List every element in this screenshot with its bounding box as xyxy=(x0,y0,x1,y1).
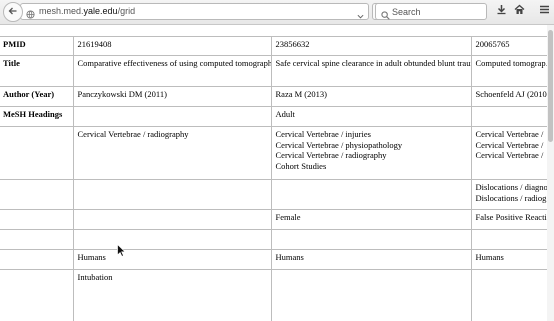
mesh-cell xyxy=(470,269,554,321)
table-row: Cervical Vertebrae / radiography Cervica… xyxy=(0,126,554,180)
mesh-cell xyxy=(270,269,472,321)
mesh-cell: Cervical Vertebrae / radiography xyxy=(72,126,272,180)
mesh-cell xyxy=(72,229,272,250)
mesh-cell xyxy=(72,106,272,127)
table-row: Dislocations / diagno Dislocations / rad… xyxy=(0,179,554,210)
mesh-cell: Humans xyxy=(470,249,554,270)
table-row: Intubation xyxy=(0,269,554,321)
url-path: /grid xyxy=(117,6,136,16)
download-button[interactable] xyxy=(494,4,508,18)
table-row: Humans Humans Humans xyxy=(0,249,554,270)
row-header-author: Author (Year) xyxy=(0,86,74,107)
browser-toolbar: mesh.med.yale.edu/grid xyxy=(0,0,554,25)
mesh-cell xyxy=(72,179,272,210)
globe-icon[interactable] xyxy=(26,6,35,24)
title-cell: Safe cervical spine clearance in adult o… xyxy=(270,55,472,87)
mesh-header-spacer xyxy=(0,249,74,270)
home-button[interactable] xyxy=(512,4,526,18)
mesh-cell: Humans xyxy=(270,249,472,270)
table-row: PMID 21619408 23856632 20065765 xyxy=(0,36,554,56)
mesh-cell xyxy=(470,229,554,250)
vertical-scrollbar[interactable] xyxy=(547,25,554,321)
search-bar[interactable] xyxy=(375,3,487,20)
address-bar[interactable]: mesh.med.yale.edu/grid xyxy=(20,3,369,20)
table-row xyxy=(0,229,554,250)
mesh-cell xyxy=(470,106,554,127)
row-header-title: Title xyxy=(0,55,74,87)
table-row: Female False Positive Reacti xyxy=(0,209,554,230)
mesh-cell xyxy=(270,179,472,210)
pmid-cell: 21619408 xyxy=(72,36,272,56)
author-cell: Raza M (2013) xyxy=(270,86,472,107)
mesh-cell: Intubation xyxy=(72,269,272,321)
mesh-grid-table: PMID 21619408 23856632 20065765 Title Co… xyxy=(0,36,554,321)
dropdown-chevron-icon[interactable] xyxy=(357,7,364,25)
row-header-mesh: MeSH Headings xyxy=(0,106,74,127)
search-icon xyxy=(381,7,390,25)
title-cell: Computed tomograp… tomography and mag… xyxy=(470,55,554,87)
mesh-header-spacer xyxy=(0,179,74,210)
download-icon xyxy=(496,2,507,20)
title-cell: Comparative effectiveness of using compu… xyxy=(72,55,272,87)
url-prefix: mesh.med. xyxy=(39,6,84,16)
pmid-cell: 20065765 xyxy=(470,36,554,56)
back-button[interactable] xyxy=(3,2,23,22)
menu-icon xyxy=(539,2,550,20)
mesh-cell: Female xyxy=(270,209,472,230)
mesh-cell: Cervical Vertebrae / injuries Cervical V… xyxy=(270,126,472,180)
home-icon xyxy=(514,2,525,20)
pmid-cell: 23856632 xyxy=(270,36,472,56)
author-cell: Panczykowski DM (2011) xyxy=(72,86,272,107)
menu-button[interactable] xyxy=(537,4,551,18)
mesh-cell: False Positive Reacti xyxy=(470,209,554,230)
mesh-cell: Adult xyxy=(270,106,472,127)
mesh-header-spacer xyxy=(0,269,74,321)
table-row: Title Comparative effectiveness of using… xyxy=(0,55,554,87)
url-text[interactable]: mesh.med.yale.edu/grid xyxy=(39,5,135,18)
page-content: PMID 21619408 23856632 20065765 Title Co… xyxy=(0,25,554,321)
mesh-cell xyxy=(72,209,272,230)
mesh-cell: Humans xyxy=(72,249,272,270)
scrollbar-thumb[interactable] xyxy=(548,30,553,142)
mesh-header-spacer xyxy=(0,209,74,230)
table-row: MeSH Headings Adult xyxy=(0,106,554,127)
back-arrow-icon xyxy=(8,3,18,21)
mesh-header-spacer xyxy=(0,126,74,180)
mesh-cell xyxy=(270,229,472,250)
mesh-cell: Cervical Vertebrae / Cervical Vertebrae … xyxy=(470,126,554,180)
table-row: Author (Year) Panczykowski DM (2011) Raz… xyxy=(0,86,554,107)
search-input[interactable] xyxy=(392,5,482,18)
mesh-cell: Dislocations / diagno Dislocations / rad… xyxy=(470,179,554,210)
author-cell: Schoenfeld AJ (2010 xyxy=(470,86,554,107)
mesh-header-spacer xyxy=(0,229,74,250)
mouse-pointer-icon xyxy=(117,243,127,262)
url-domain: yale.edu xyxy=(83,6,118,16)
row-header-pmid: PMID xyxy=(0,36,74,56)
